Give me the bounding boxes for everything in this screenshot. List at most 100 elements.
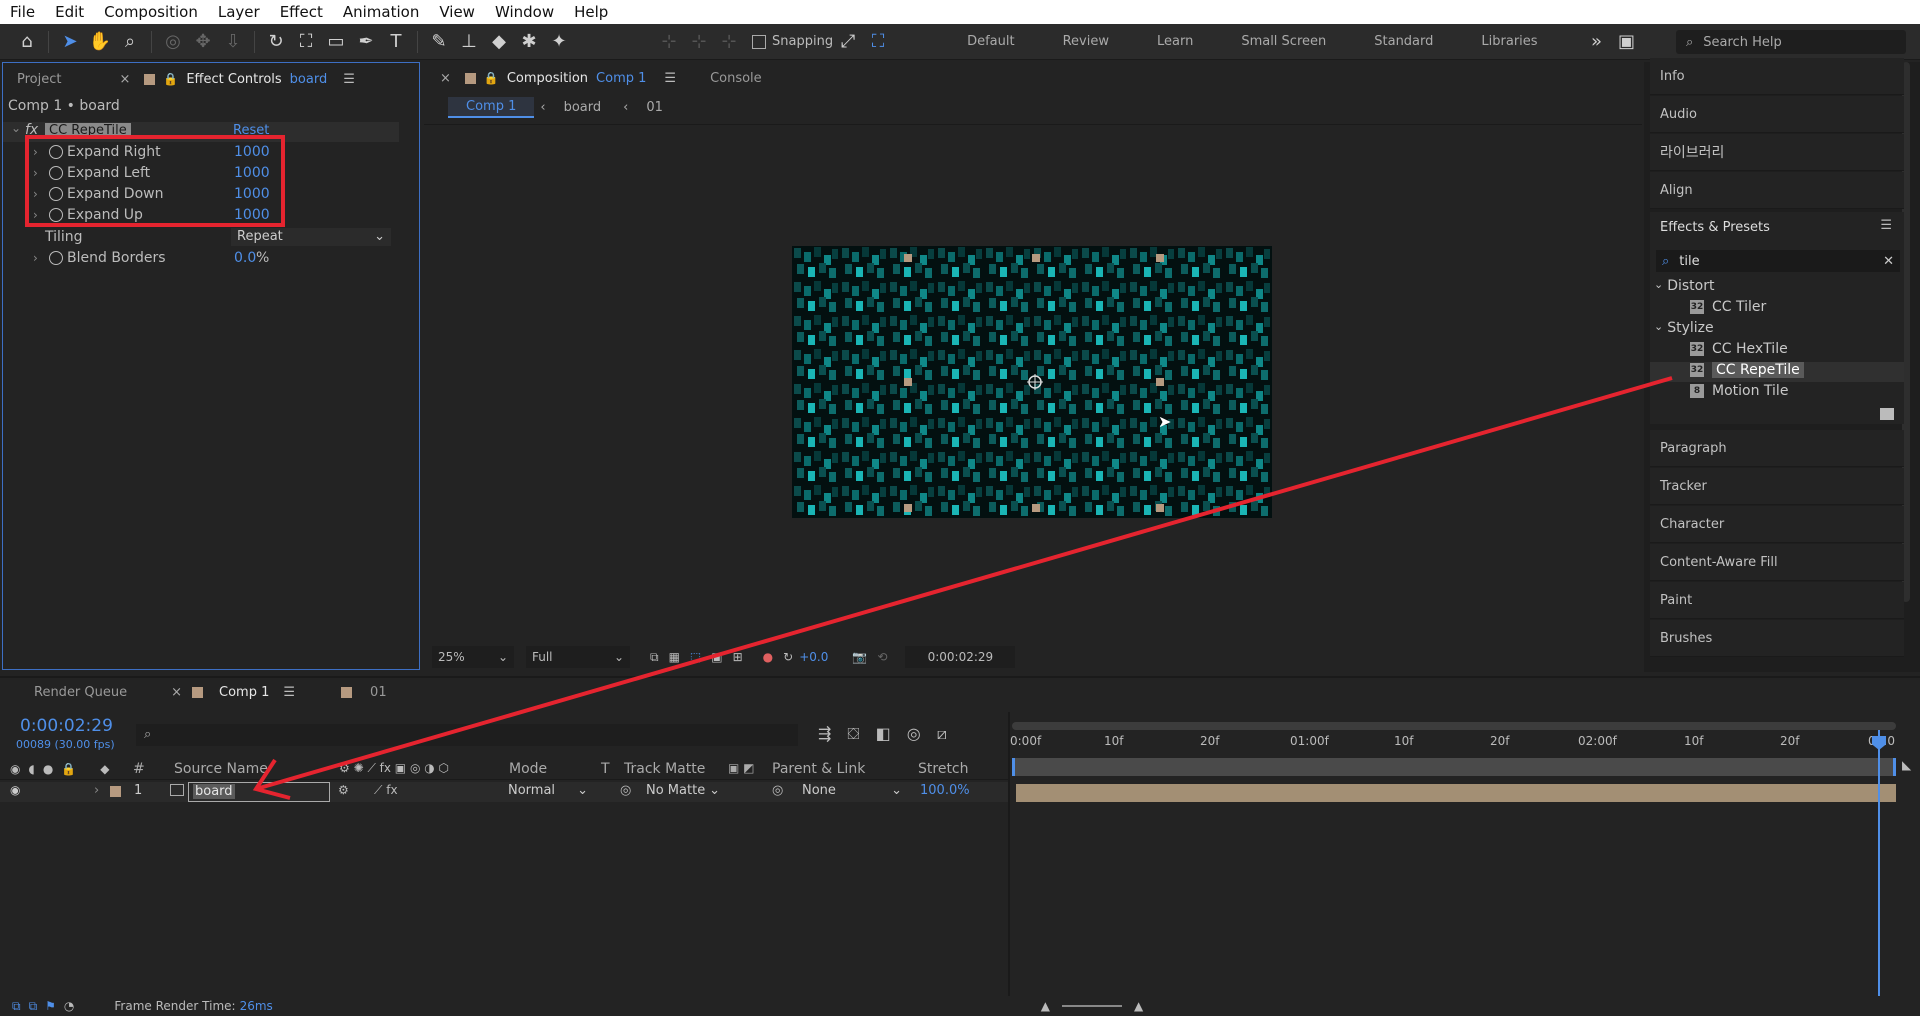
timeline-search-input[interactable]: ⌕ xyxy=(136,724,798,746)
more-workspaces-icon[interactable]: » xyxy=(1582,27,1612,57)
tab-01[interactable]: 01 xyxy=(370,685,387,700)
crumb-comp1[interactable]: Comp 1 xyxy=(448,96,535,118)
effects-search-input[interactable]: ⌕ tile ✕ xyxy=(1656,250,1900,272)
panel-paint[interactable]: Paint xyxy=(1650,582,1904,619)
panel-libraries[interactable]: 라이브러리 xyxy=(1650,134,1904,171)
tab-effect-controls[interactable]: 🔒 Effect Controls board ☰ xyxy=(130,63,368,95)
rotation-tool-icon[interactable]: ↻ xyxy=(261,27,291,57)
pen-tool-icon[interactable]: ✒ xyxy=(351,27,381,57)
workspace-standard[interactable]: Standard xyxy=(1350,34,1457,49)
hand-tool-icon[interactable]: ✋ xyxy=(85,27,115,57)
solo-icon[interactable]: ● xyxy=(43,762,53,776)
tab-comp1[interactable]: Comp 1 xyxy=(219,685,269,700)
panel-menu-icon[interactable]: ☰ xyxy=(283,685,295,700)
header-stretch[interactable]: Stretch xyxy=(918,761,969,777)
menu-layer[interactable]: Layer xyxy=(208,0,270,24)
workspace-learn[interactable]: Learn xyxy=(1133,34,1217,49)
transparency-grid-icon[interactable]: ▦ xyxy=(669,650,680,664)
exposure-value[interactable]: +0.0 xyxy=(799,650,828,664)
menu-composition[interactable]: Composition xyxy=(94,0,208,24)
header-parent-link[interactable]: Parent & Link xyxy=(772,761,865,777)
zoom-slider[interactable] xyxy=(1062,1005,1123,1007)
snap-target-icon[interactable]: ⛶ xyxy=(863,27,893,57)
axis-local-icon[interactable]: ⊹ xyxy=(654,27,684,57)
show-snapshot-icon[interactable]: ⟲ xyxy=(877,650,887,664)
header-source-name[interactable]: Source Name xyxy=(174,761,268,777)
layer-duration-bar[interactable] xyxy=(1016,784,1896,802)
graph-editor-icon[interactable]: ⧄ xyxy=(937,724,947,746)
menu-view[interactable]: View xyxy=(429,0,485,24)
dolly-camera-icon[interactable]: ⇩ xyxy=(218,27,248,57)
toggle-in-out-icon[interactable]: ⚑ xyxy=(45,999,56,1013)
header-track-matte[interactable]: Track Matte xyxy=(624,761,705,777)
header-mode[interactable]: Mode xyxy=(509,761,547,777)
mode-select[interactable]: Normal ⌄ xyxy=(508,783,588,801)
render-range-bar[interactable] xyxy=(1012,758,1896,776)
composition-viewer[interactable] xyxy=(792,246,1272,518)
label-tag-icon[interactable]: ◆ xyxy=(100,762,109,776)
search-help-input[interactable]: ⌕ Search Help xyxy=(1676,30,1906,54)
panel-menu-icon[interactable]: ☰ xyxy=(664,71,676,86)
tab-console[interactable]: Console xyxy=(696,62,776,94)
panel-audio[interactable]: Audio xyxy=(1650,96,1904,133)
toggle-modes-icon[interactable]: ⧉ xyxy=(29,999,38,1014)
quality-icon[interactable]: ⟋ fx xyxy=(374,783,398,798)
zoom-out-icon[interactable]: ▲ xyxy=(1041,999,1050,1013)
home-icon[interactable]: ⌂ xyxy=(12,27,42,57)
layer-name-field[interactable]: board xyxy=(188,782,330,802)
eye-icon[interactable]: ◉ xyxy=(10,783,20,797)
group-stylize[interactable]: ⌄ Stylize xyxy=(1654,320,1714,336)
panel-menu-icon[interactable]: ☰ xyxy=(343,72,355,87)
frame-blending-icon[interactable]: ◎ xyxy=(907,724,921,746)
menu-effect[interactable]: Effect xyxy=(270,0,333,24)
workspace-libraries[interactable]: Libraries xyxy=(1457,34,1561,49)
brush-tool-icon[interactable]: ✎ xyxy=(424,27,454,57)
selection-tool-icon[interactable]: ➤ xyxy=(55,27,85,57)
workspace-review[interactable]: Review xyxy=(1039,34,1133,49)
workspace-small-screen[interactable]: Small Screen xyxy=(1217,34,1350,49)
axis-world-icon[interactable]: ⊹ xyxy=(684,27,714,57)
rectangle-tool-icon[interactable]: ▭ xyxy=(321,27,351,57)
lock-icon[interactable]: 🔒 xyxy=(61,762,76,776)
pan-camera-icon[interactable]: ✥ xyxy=(188,27,218,57)
snapping-checkbox[interactable] xyxy=(752,34,766,49)
clone-stamp-icon[interactable]: ⊥ xyxy=(454,27,484,57)
draft-3d-icon[interactable]: ⛋ xyxy=(847,724,859,746)
effect-cc-hextile[interactable]: 32 CC HexTile xyxy=(1690,341,1788,357)
close-icon[interactable]: × xyxy=(440,71,451,86)
current-time-display[interactable]: 0:00:02:29 xyxy=(905,646,1016,668)
menu-help[interactable]: Help xyxy=(564,0,618,24)
group-distort[interactable]: ⌄ Distort xyxy=(1654,278,1714,294)
workspace-default[interactable]: Default xyxy=(943,34,1039,49)
effect-motion-tile[interactable]: 8 Motion Tile xyxy=(1690,383,1788,399)
panel-info[interactable]: Info xyxy=(1650,58,1904,95)
panel-paragraph[interactable]: Paragraph xyxy=(1650,430,1904,467)
crumb-board[interactable]: board xyxy=(564,100,602,115)
crumb-01[interactable]: 01 xyxy=(646,100,663,115)
region-of-interest-icon[interactable]: ▣ xyxy=(711,650,722,664)
chevron-down-icon[interactable]: ⌄ xyxy=(11,121,21,135)
parent-pickwhip-icon[interactable]: ◎ xyxy=(772,783,783,798)
timeline-timecode[interactable]: 0:00:02:29 xyxy=(20,716,113,736)
grid-guides-icon[interactable]: ⊞ xyxy=(733,650,743,664)
parent-select[interactable]: None ⌄ xyxy=(802,783,902,801)
menu-window[interactable]: Window xyxy=(485,0,564,24)
effect-cc-repetile[interactable]: 32 CC RepeTile xyxy=(1690,362,1804,378)
eraser-tool-icon[interactable]: ◆ xyxy=(484,27,514,57)
chevron-right-icon[interactable]: › xyxy=(33,251,38,265)
lock-icon[interactable]: 🔒 xyxy=(484,71,499,85)
collapse-icon[interactable]: ⚙ xyxy=(338,783,349,797)
axis-view-icon[interactable]: ⊹ xyxy=(714,27,744,57)
current-time-indicator[interactable] xyxy=(1878,730,1880,996)
panel-tracker[interactable]: Tracker xyxy=(1650,468,1904,505)
roto-brush-icon[interactable]: ✱ xyxy=(514,27,544,57)
pickwhip-icon[interactable]: ◎ xyxy=(620,783,631,798)
tab-render-queue[interactable]: Render Queue xyxy=(34,685,127,700)
workspace-menu-icon[interactable]: ▣ xyxy=(1612,27,1642,57)
menu-edit[interactable]: Edit xyxy=(45,0,94,24)
menu-file[interactable]: File xyxy=(0,0,45,24)
panel-content-aware-fill[interactable]: Content-Aware Fill xyxy=(1650,544,1904,581)
orbit-camera-icon[interactable]: ◎ xyxy=(158,27,188,57)
eye-icon[interactable]: ◉ xyxy=(10,762,20,776)
menu-animation[interactable]: Animation xyxy=(333,0,429,24)
